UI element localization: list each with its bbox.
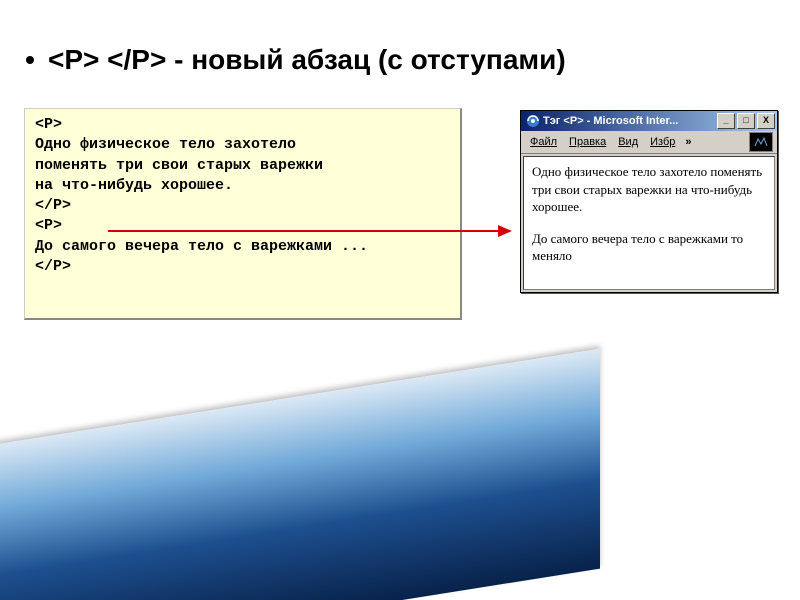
window-buttons: _ □ X: [717, 113, 775, 129]
menu-favorites[interactable]: Избр: [645, 135, 680, 149]
ie-icon: [526, 114, 540, 128]
minimize-button[interactable]: _: [717, 113, 735, 129]
maximize-button[interactable]: □: [737, 113, 755, 129]
menu-more[interactable]: »: [682, 136, 694, 148]
browser-window: Тэг <P> - Microsoft Inter... _ □ X Файл …: [520, 110, 778, 293]
menu-view-label: Вид: [618, 136, 638, 148]
code-example: <P> Одно физическое тело захотело поменя…: [24, 108, 462, 320]
menu-file[interactable]: Файл: [525, 135, 562, 149]
bullet-dot: [26, 56, 34, 64]
slide-title: <P> </P> - новый абзац (с отступами): [48, 44, 566, 76]
browser-content: Одно физическое тело захотело поменять т…: [523, 156, 775, 290]
menu-edit-label: Правка: [569, 136, 606, 148]
throbber-icon: [749, 132, 773, 152]
titlebar: Тэг <P> - Microsoft Inter... _ □ X: [521, 111, 777, 131]
slide: <P> </P> - новый абзац (с отступами) <P>…: [0, 0, 800, 600]
arrow-line: [108, 230, 500, 232]
rendered-paragraph-2: До самого вечера тело с варежками то мен…: [532, 230, 766, 265]
decorative-wedge: [0, 349, 600, 600]
arrow-head-icon: [498, 225, 512, 237]
close-button[interactable]: X: [757, 113, 775, 129]
menubar: Файл Правка Вид Избр »: [521, 131, 777, 154]
rendered-paragraph-1: Одно физическое тело захотело поменять т…: [532, 163, 766, 216]
menu-file-label: Файл: [530, 136, 557, 148]
menu-fav-label: Избр: [650, 136, 675, 148]
menu-edit[interactable]: Правка: [564, 135, 611, 149]
menu-view[interactable]: Вид: [613, 135, 643, 149]
window-title: Тэг <P> - Microsoft Inter...: [543, 115, 717, 127]
